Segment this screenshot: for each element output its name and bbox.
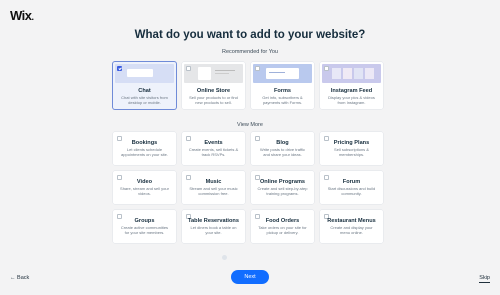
card-chat[interactable]: Chat Chat with site visitors from deskto… [113,62,176,109]
card-events[interactable]: Events Create events, sell tickets & tra… [182,132,245,165]
back-button[interactable]: ← Back [10,275,29,281]
chat-preview [115,64,174,83]
card-description: Display your pics & videos from Instagra… [328,95,375,105]
card-title: Restaurant Menus [327,218,376,224]
skip-link[interactable]: Skip [479,275,490,281]
card-title: Video [136,179,153,185]
card-description: Share, stream and sell your videos. [120,186,169,196]
card-food-orders[interactable]: Food Orders Take orders on your site for… [251,210,314,243]
card-title: Blog [276,140,289,146]
card-title: Food Orders [265,218,300,224]
card-table-reservations[interactable]: Table Reservations Let diners book a tab… [182,210,245,243]
card-description: Create events, sell tickets & track RSVP… [188,147,239,157]
page-title: What do you want to add to your website? [134,29,366,41]
card-title: Pricing Plans [333,140,370,146]
card-title: Online Store [196,88,231,94]
card-forum[interactable]: Forum Start discussions and build commun… [320,171,383,204]
forms-checkbox[interactable] [255,66,260,71]
card-description: Let diners book a table on your site. [190,225,237,235]
card-description: Start discussions and build community. [327,186,376,196]
card-description: Write posts to drive traffic and share y… [260,147,305,157]
card-title: Online Programs [259,179,306,185]
logo-dot: . [31,12,35,22]
card-music[interactable]: Music Stream and sell your music commiss… [182,171,245,204]
card-video[interactable]: Video Share, stream and sell your videos… [113,171,176,204]
wix-logo: Wix. [10,8,34,23]
card-description: Get info, subscribers & payments with Fo… [262,95,303,105]
card-title: Music [205,179,222,185]
card-online-store[interactable]: Online Store Sell your products to or fi… [182,62,245,109]
view-more-label: View More [237,122,263,128]
card-description: Create and display your menu online. [330,225,373,235]
card-instagram-feed[interactable]: Instagram Feed Display your pics & video… [320,62,383,109]
card-bookings[interactable]: Bookings Let clients schedule appointmen… [113,132,176,165]
card-pricing-plans[interactable]: Pricing Plans Sell subscriptions & membe… [320,132,383,165]
skip-underline [479,282,490,283]
scroll-indicator [222,255,227,260]
instagram-preview [322,64,381,83]
card-forms[interactable]: Forms Get info, subscribers & payments w… [251,62,314,109]
card-description: Create and sell step-by-step training pr… [257,186,308,196]
card-description: Let clients schedule appointments on you… [121,147,168,157]
chat-checkbox[interactable] [117,66,122,71]
card-description: Chat with site visitors from desktop or … [121,95,168,105]
card-title: Instagram Feed [330,88,373,94]
online-store-checkbox[interactable] [186,66,191,71]
instagram-feed-checkbox[interactable] [324,66,329,71]
card-title: Bookings [131,140,158,146]
card-online-programs[interactable]: Online Programs Create and sell step-by-… [251,171,314,204]
card-description: Stream and sell your music commission fr… [189,186,238,196]
card-title: Forms [273,88,292,94]
recommended-label: Recommended for You [222,49,278,55]
card-title: Forum [342,179,361,185]
card-description: Create active communities for your site … [120,225,169,235]
card-title: Groups [134,218,155,224]
store-preview [184,64,243,83]
card-description: Take orders on your site for pickup or d… [258,225,307,235]
card-description: Sell your products to or find new produc… [189,95,238,105]
card-groups[interactable]: Groups Create active communities for you… [113,210,176,243]
card-restaurant-menus[interactable]: Restaurant Menus Create and display your… [320,210,383,243]
next-button[interactable]: Next [231,270,269,284]
card-blog[interactable]: Blog Write posts to drive traffic and sh… [251,132,314,165]
card-description: Sell subscriptions & memberships. [334,147,369,157]
forms-preview [253,64,312,83]
card-title: Chat [138,88,151,94]
card-title: Table Reservations [188,218,239,224]
card-title: Events [204,140,223,146]
